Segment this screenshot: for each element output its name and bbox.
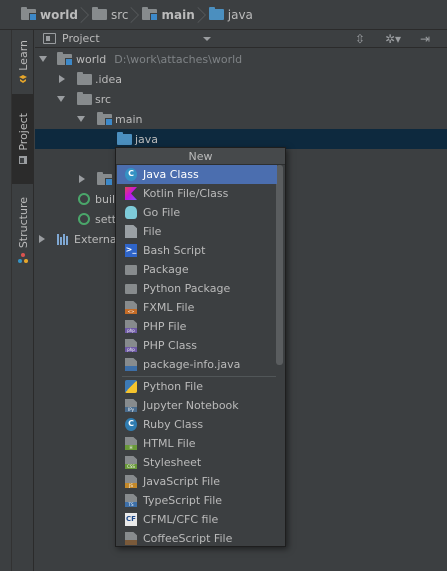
gradle-icon: [78, 213, 90, 225]
breadcrumb-java[interactable]: java: [208, 0, 267, 30]
python-package-icon: [125, 284, 137, 294]
module-folder-icon: [97, 172, 113, 186]
menu-item-php-file[interactable]: php PHP File: [117, 317, 277, 336]
jupyter-icon: IPy: [125, 399, 137, 412]
package-icon: [125, 265, 137, 275]
go-gopher-icon: [125, 206, 137, 219]
menu-item-fxml-file[interactable]: <> FXML File: [117, 298, 277, 317]
python-icon: [125, 380, 137, 393]
chevron-down-icon[interactable]: [203, 37, 211, 41]
breadcrumb-src[interactable]: src: [91, 0, 143, 30]
php-file-icon: php: [125, 320, 137, 333]
menu-item-stylesheet[interactable]: CSS Stylesheet: [117, 453, 277, 472]
kotlin-icon: [125, 187, 137, 200]
breadcrumb-world[interactable]: world: [21, 0, 92, 30]
menu-item-typescript-file[interactable]: TS TypeScript File: [117, 491, 277, 510]
project-icon: [19, 155, 27, 164]
menu-item-package[interactable]: Package: [117, 260, 277, 279]
menu-item-file[interactable]: File: [117, 222, 277, 241]
collapse-arrow-icon[interactable]: [39, 235, 45, 243]
menu-title: New: [116, 148, 285, 165]
tree-item-idea[interactable]: .idea: [35, 69, 447, 89]
menu-item-python-file[interactable]: Python File: [117, 377, 277, 396]
html-icon: H: [125, 437, 137, 450]
menu-item-go-file[interactable]: Go File: [117, 203, 277, 222]
navigation-breadcrumb: world src main java: [0, 0, 447, 30]
collapse-arrow-icon[interactable]: [79, 175, 85, 183]
fxml-icon: <>: [125, 301, 137, 314]
tree-item-world[interactable]: world D:\work\attaches\world: [35, 49, 447, 69]
expand-arrow-icon[interactable]: [77, 116, 85, 122]
source-folder-icon: [117, 132, 132, 145]
project-tool-button[interactable]: Project: [12, 94, 34, 184]
menu-item-ruby-class[interactable]: C Ruby Class: [117, 415, 277, 434]
tree-item-src[interactable]: src: [35, 89, 447, 109]
expand-arrow-icon[interactable]: [57, 96, 65, 102]
terminal-icon: >_: [125, 244, 137, 257]
menu-item-php-class[interactable]: php PHP Class: [117, 336, 277, 355]
java-file-icon: [125, 358, 137, 371]
menu-item-javascript-file[interactable]: JS JavaScript File: [117, 472, 277, 491]
structure-icon: [18, 252, 28, 263]
file-icon: [125, 225, 137, 238]
menu-item-coffeescript-file[interactable]: CoffeeScript File: [117, 529, 277, 546]
project-panel-header: Project ⇳ ✲▾ ⇥: [35, 30, 447, 48]
source-folder-icon: [208, 7, 224, 20]
breadcrumb-main[interactable]: main: [142, 0, 208, 30]
menu-item-java-class[interactable]: C Java Class: [117, 165, 277, 184]
menu-item-jupyter-notebook[interactable]: IPy Jupyter Notebook: [117, 396, 277, 415]
window-edge: [0, 30, 12, 571]
module-folder-icon: [142, 7, 159, 21]
project-view-selector[interactable]: Project: [62, 32, 100, 45]
learn-icon: [19, 75, 27, 84]
libraries-icon: [57, 234, 70, 245]
module-folder-icon: [57, 52, 73, 66]
php-class-icon: php: [125, 339, 137, 352]
tree-item-main[interactable]: main: [35, 109, 447, 129]
menu-scrollbar[interactable]: [276, 165, 283, 365]
module-folder-icon: [21, 7, 37, 21]
gear-icon[interactable]: ✲▾: [385, 32, 401, 46]
java-class-icon: C: [125, 168, 137, 181]
menu-item-cfml-file[interactable]: CF CFML/CFC file: [117, 510, 277, 529]
new-popup-menu: New C Java Class Kotlin File/Class Go Fi…: [115, 147, 286, 547]
module-folder-icon: [97, 112, 113, 126]
learn-tool-button[interactable]: Learn: [12, 32, 34, 92]
folder-icon: [77, 72, 92, 85]
coffeescript-icon: [125, 532, 137, 545]
collapse-arrow-icon[interactable]: [59, 75, 65, 83]
menu-item-kotlin-file[interactable]: Kotlin File/Class: [117, 184, 277, 203]
cfml-icon: CF: [125, 513, 137, 526]
structure-tool-button[interactable]: Structure: [12, 190, 34, 270]
collapse-all-icon[interactable]: ⇳: [355, 32, 365, 46]
folder-icon: [77, 92, 92, 105]
menu-item-bash-script[interactable]: >_ Bash Script: [117, 241, 277, 260]
folder-icon: [91, 7, 107, 20]
menu-item-html-file[interactable]: H HTML File: [117, 434, 277, 453]
tool-window-strip: Learn Project Structure: [12, 30, 34, 571]
expand-arrow-icon[interactable]: [39, 56, 47, 62]
javascript-icon: JS: [125, 475, 137, 488]
hide-icon[interactable]: ⇥: [420, 32, 430, 46]
gradle-icon: [78, 193, 90, 205]
ruby-class-icon: C: [125, 418, 137, 431]
tree-item-java[interactable]: java: [35, 129, 447, 149]
css-icon: CSS: [125, 456, 137, 469]
typescript-icon: TS: [125, 494, 137, 507]
menu-item-python-package[interactable]: Python Package: [117, 279, 277, 298]
project-view-icon: [43, 33, 56, 44]
menu-item-package-info[interactable]: package-info.java: [117, 355, 277, 374]
